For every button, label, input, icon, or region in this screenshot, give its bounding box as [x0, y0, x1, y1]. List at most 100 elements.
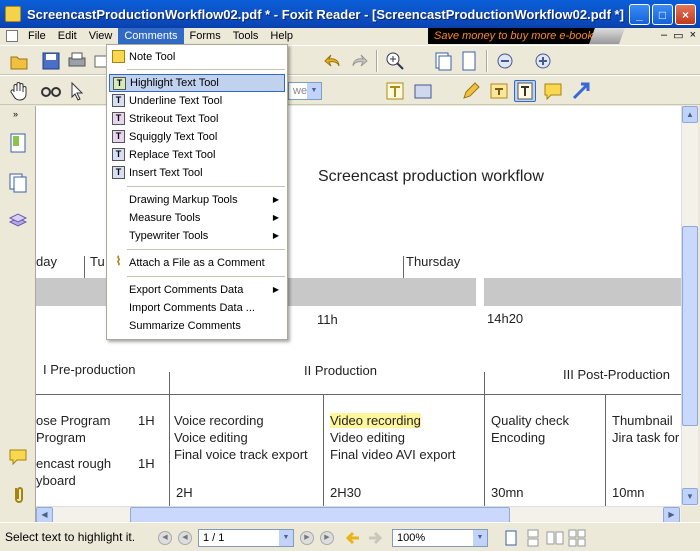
continuous-page-icon[interactable]: [458, 50, 480, 72]
redo-icon[interactable]: [348, 50, 370, 72]
menu-note-tool[interactable]: Note Tool: [109, 48, 285, 66]
scroll-up-icon[interactable]: ▲: [682, 106, 698, 123]
squiggly-icon: T: [112, 130, 125, 143]
document-icon[interactable]: [6, 30, 18, 42]
table-divider: [484, 372, 485, 506]
menu-import-comments-data[interactable]: Import Comments Data ...: [109, 299, 285, 317]
maximize-button[interactable]: □: [652, 4, 673, 25]
next-page-icon[interactable]: ▶: [300, 531, 314, 545]
menu-help[interactable]: Help: [264, 28, 299, 44]
ad-banner[interactable]: Save money to buy more e-books: [428, 28, 625, 44]
time-label: 14h20: [487, 311, 524, 326]
comment-toolbar: wel ▼: [0, 75, 700, 105]
zoom-out-circle-icon[interactable]: [494, 50, 516, 72]
table-divider: [36, 394, 681, 395]
select-arrow-icon[interactable]: [66, 80, 88, 102]
menu-export-comments-data[interactable]: Export Comments Data ▶: [109, 281, 285, 299]
comments-menu: Note Tool T Highlight Text Tool T Underl…: [106, 44, 288, 340]
last-page-icon[interactable]: ▶: [320, 531, 334, 545]
hand-tool-icon[interactable]: [8, 80, 30, 102]
menu-drawing-markup-tools[interactable]: Drawing Markup Tools ▶: [109, 191, 285, 209]
vertical-scroll-thumb[interactable]: [682, 226, 698, 426]
glasses-icon[interactable]: [40, 80, 62, 102]
layers-icon[interactable]: [8, 210, 28, 232]
zoom-field[interactable]: wel ▼: [288, 82, 322, 100]
task-text: Video editing: [330, 430, 405, 445]
chevron-down-icon[interactable]: ▼: [279, 530, 293, 546]
menu-underline-text-tool[interactable]: T Underline Text Tool: [109, 92, 285, 110]
note-bubble-icon[interactable]: [542, 80, 564, 102]
chevron-down-icon[interactable]: ▼: [473, 530, 487, 546]
window-title: ScreencastProductionWorkflow02.pdf * - F…: [27, 6, 624, 22]
status-bar: Select text to highlight it. ◀ ◀ 1 / 1 ▼…: [0, 522, 700, 551]
menu-strikeout-text-tool[interactable]: T Strikeout Text Tool: [109, 110, 285, 128]
vertical-scrollbar[interactable]: ▲ ▼: [681, 106, 698, 506]
continuous-page-icon[interactable]: [524, 529, 542, 547]
menu-summarize-comments[interactable]: Summarize Comments: [109, 317, 285, 335]
menu-insert-text-tool[interactable]: T Insert Text Tool: [109, 164, 285, 182]
menu-highlight-text-tool[interactable]: T Highlight Text Tool: [109, 74, 285, 92]
continuous-facing-icon[interactable]: [568, 529, 586, 547]
time-label: 11h: [317, 312, 338, 327]
title-bar: ScreencastProductionWorkflow02.pdf * - F…: [0, 0, 700, 28]
mdi-restore-button[interactable]: ▭: [673, 29, 683, 42]
previous-page-icon[interactable]: ◀: [178, 531, 192, 545]
close-button[interactable]: ×: [675, 4, 696, 25]
table-divider: [169, 372, 170, 506]
menu-replace-text-tool[interactable]: T Replace Text Tool: [109, 146, 285, 164]
zoom-in-circle-icon[interactable]: [532, 50, 554, 72]
pages-panel-icon[interactable]: [8, 172, 28, 194]
scroll-down-icon[interactable]: ▼: [682, 488, 698, 505]
facing-page-icon[interactable]: [546, 529, 564, 547]
save-icon[interactable]: [40, 50, 62, 72]
table-divider: [605, 394, 606, 506]
bookmarks-icon[interactable]: [8, 132, 28, 154]
zoom-level-field[interactable]: 100% ▼: [392, 529, 488, 547]
menu-measure-tools[interactable]: Measure Tools ▶: [109, 209, 285, 227]
status-message: Select text to highlight it.: [5, 530, 136, 544]
menu-squiggly-text-tool[interactable]: T Squiggly Text Tool: [109, 128, 285, 146]
page-field[interactable]: 1 / 1 ▼: [198, 529, 294, 547]
first-page-icon[interactable]: ◀: [158, 531, 172, 545]
scroll-left-icon[interactable]: ◀: [36, 507, 53, 523]
area-highlight-icon[interactable]: [412, 80, 434, 102]
menu-typewriter-tools[interactable]: Typewriter Tools ▶: [109, 227, 285, 245]
menu-edit[interactable]: Edit: [52, 28, 83, 44]
table-divider: [323, 394, 324, 506]
task-text: yboard: [36, 473, 76, 488]
page-number: 1 / 1: [203, 532, 225, 544]
undo-icon[interactable]: [322, 50, 344, 72]
comments-panel-icon[interactable]: [8, 446, 28, 468]
duration-text: 30mn: [491, 485, 524, 500]
paperclip-icon: ⌇: [115, 254, 122, 268]
scroll-right-icon[interactable]: ▶: [663, 507, 680, 523]
attachments-icon[interactable]: [8, 484, 28, 506]
submenu-arrow-icon: ▶: [272, 213, 279, 222]
mdi-minimize-button[interactable]: –: [661, 29, 667, 42]
chevron-down-icon[interactable]: ▼: [307, 83, 321, 99]
menu-tools[interactable]: Tools: [227, 28, 265, 44]
pages-icon[interactable]: [432, 50, 454, 72]
print-icon[interactable]: [66, 50, 88, 72]
forward-arrow-icon[interactable]: [366, 529, 384, 547]
document-title: Screencast production workflow: [318, 168, 544, 185]
horizontal-scrollbar[interactable]: ◀ ▶: [36, 506, 681, 523]
minimize-button[interactable]: _: [629, 4, 650, 25]
horizontal-scroll-thumb[interactable]: [130, 507, 510, 523]
open-icon[interactable]: [8, 50, 30, 72]
text-box-icon[interactable]: [384, 80, 406, 102]
arrow-tool-icon[interactable]: [570, 80, 592, 102]
typewriter-icon[interactable]: [488, 80, 510, 102]
menu-view[interactable]: View: [83, 28, 119, 44]
menu-file[interactable]: File: [22, 28, 52, 44]
menu-forms[interactable]: Forms: [184, 28, 227, 44]
highlight-text-icon[interactable]: [514, 80, 536, 102]
pencil-icon[interactable]: [460, 80, 482, 102]
zoom-in-icon[interactable]: [384, 50, 406, 72]
expand-panel-icon[interactable]: »: [13, 109, 18, 119]
menu-attach-file-comment[interactable]: ⌇ Attach a File as a Comment: [109, 254, 285, 272]
single-page-icon[interactable]: [502, 529, 520, 547]
mdi-close-button[interactable]: ×: [690, 29, 696, 42]
back-arrow-icon[interactable]: [344, 529, 362, 547]
menu-comments[interactable]: Comments: [118, 28, 184, 44]
